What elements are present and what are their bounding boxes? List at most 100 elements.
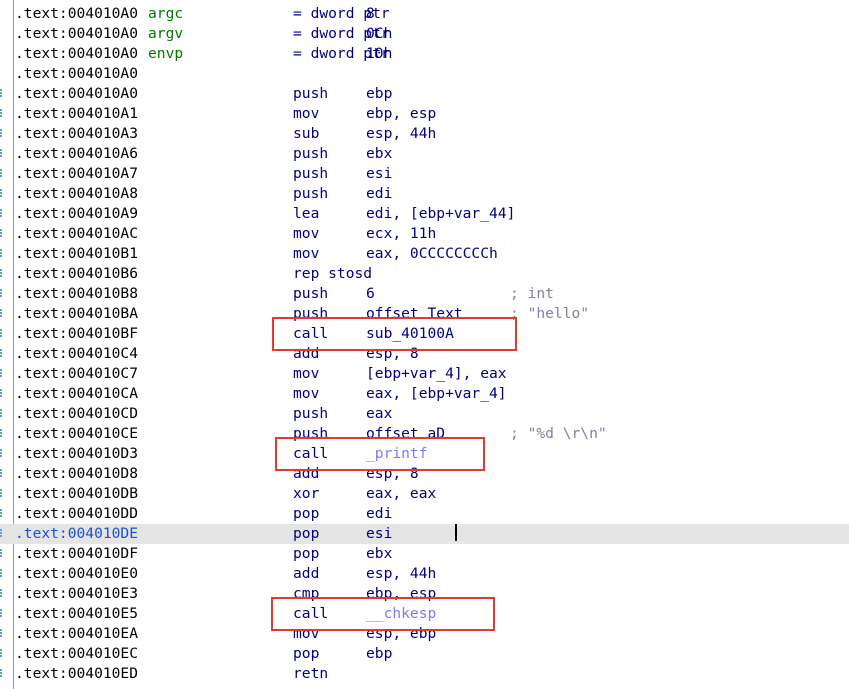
address[interactable]: .text:004010ED (15, 664, 138, 684)
instruction-mnemonic: sub (293, 125, 320, 142)
listing-row[interactable]: .text:004010E0 add esp, 44h (0, 564, 849, 584)
instruction-operands[interactable]: ebx (366, 544, 392, 564)
address[interactable]: .text:004010D3 (15, 444, 138, 464)
instruction-operands[interactable]: 6 (366, 284, 375, 304)
listing-row[interactable]: .text:004010C7 mov [ebp+var_4], eax (0, 364, 849, 384)
listing-row[interactable]: .text:004010B8 push 6 ; int (0, 284, 849, 304)
address[interactable]: .text:004010C4 (15, 344, 138, 364)
address[interactable]: .text:004010E5 (15, 604, 138, 624)
listing-row[interactable]: .text:004010A0 argc = dword ptr 8 (0, 4, 849, 24)
stack-variable-label[interactable]: argv (148, 24, 183, 44)
listing-row[interactable]: .text:004010CD push eax (0, 404, 849, 424)
instruction-operands[interactable]: esp, 44h (366, 124, 436, 144)
address[interactable]: .text:004010DB (15, 484, 138, 504)
listing-row[interactable]: .text:004010DE pop esi (0, 524, 849, 544)
gutter-marker-icon (0, 484, 13, 504)
listing-row[interactable]: .text:004010DD pop edi (0, 504, 849, 524)
listing-row[interactable]: .text:004010ED retn (0, 664, 849, 684)
listing-row[interactable]: .text:004010A8 push edi (0, 184, 849, 204)
address[interactable]: .text:004010BA (15, 304, 138, 324)
gutter-marker-icon (0, 144, 13, 164)
instruction-operands[interactable]: ebp (366, 644, 392, 664)
listing-row[interactable]: .text:004010A7 push esi (0, 164, 849, 184)
address[interactable]: .text:004010BF (15, 324, 138, 344)
instruction-operands[interactable]: esp, 44h (366, 564, 436, 584)
instruction-operands[interactable]: edi (366, 504, 392, 524)
listing-row[interactable]: .text:004010A0 (0, 64, 849, 84)
instruction-operands[interactable]: eax, eax (366, 484, 436, 504)
address[interactable]: .text:004010A6 (15, 144, 138, 164)
instruction-operands[interactable]: 8 (366, 4, 375, 24)
listing-row[interactable]: .text:004010B6 rep stosd (0, 264, 849, 284)
instruction-operands[interactable]: [ebp+var_4], eax (366, 364, 507, 384)
instruction-mnemonic: rep stosd (293, 265, 373, 282)
instruction-operands[interactable]: ecx, 11h (366, 224, 436, 244)
gutter-marker-icon (0, 644, 13, 664)
address[interactable]: .text:004010A0 (15, 4, 138, 24)
listing-row[interactable]: .text:004010DB xor eax, eax (0, 484, 849, 504)
address[interactable]: .text:004010EC (15, 644, 138, 664)
address[interactable]: .text:004010A0 (15, 84, 138, 104)
instruction-operands[interactable]: ebp (366, 84, 392, 104)
instruction-mnemonic: xor (293, 485, 320, 502)
address[interactable]: .text:004010DD (15, 504, 138, 524)
instruction-operands[interactable]: ebx (366, 144, 392, 164)
listing-row[interactable]: .text:004010DF pop ebx (0, 544, 849, 564)
instruction-mnemonic: lea (293, 205, 320, 222)
instruction-operands[interactable]: eax, [ebp+var_4] (366, 384, 507, 404)
address[interactable]: .text:004010DE (15, 524, 138, 544)
address[interactable]: .text:004010CD (15, 404, 138, 424)
gutter-marker-icon (0, 284, 13, 304)
address[interactable]: .text:004010B6 (15, 264, 138, 284)
address[interactable]: .text:004010AC (15, 224, 138, 244)
address[interactable]: .text:004010A9 (15, 204, 138, 224)
stack-variable-label[interactable]: envp (148, 44, 183, 64)
gutter-marker-icon (0, 624, 13, 644)
address[interactable]: .text:004010A0 (15, 64, 138, 84)
address[interactable]: .text:004010C7 (15, 364, 138, 384)
listing-row[interactable]: .text:004010A3 sub esp, 44h (0, 124, 849, 144)
instruction-operands[interactable]: edi, [ebp+var_44] (366, 204, 515, 224)
address[interactable]: .text:004010E0 (15, 564, 138, 584)
address[interactable]: .text:004010A0 (15, 44, 138, 64)
gutter-marker-icon (0, 104, 13, 124)
address[interactable]: .text:004010A3 (15, 124, 138, 144)
instruction-mnemonic: mov (293, 225, 320, 242)
address[interactable]: .text:004010CE (15, 424, 138, 444)
gutter-marker-icon (0, 124, 13, 144)
gutter-marker-icon (0, 564, 13, 584)
address[interactable]: .text:004010A7 (15, 164, 138, 184)
listing-row[interactable]: .text:004010A0 argv = dword ptr 0Ch (0, 24, 849, 44)
instruction-mnemonic: mov (293, 245, 320, 262)
listing-row[interactable]: .text:004010A0 push ebp (0, 84, 849, 104)
address[interactable]: .text:004010A8 (15, 184, 138, 204)
instruction-operands[interactable]: 10h (366, 44, 392, 64)
address[interactable]: .text:004010CA (15, 384, 138, 404)
listing-row[interactable]: .text:004010A1 mov ebp, esp (0, 104, 849, 124)
instruction-operands[interactable]: eax, 0CCCCCCCCh (366, 244, 498, 264)
address[interactable]: .text:004010A0 (15, 24, 138, 44)
stack-variable-label[interactable]: argc (148, 4, 183, 24)
address[interactable]: .text:004010A1 (15, 104, 138, 124)
listing-row[interactable]: .text:004010CA mov eax, [ebp+var_4] (0, 384, 849, 404)
listing-row[interactable]: .text:004010A6 push ebx (0, 144, 849, 164)
listing-row[interactable]: .text:004010A0 envp = dword ptr 10h (0, 44, 849, 64)
instruction-operands[interactable]: eax (366, 404, 392, 424)
address[interactable]: .text:004010DF (15, 544, 138, 564)
address[interactable]: .text:004010D8 (15, 464, 138, 484)
address[interactable]: .text:004010EA (15, 624, 138, 644)
address[interactable]: .text:004010B1 (15, 244, 138, 264)
instruction-operands[interactable]: edi (366, 184, 392, 204)
address[interactable]: .text:004010B8 (15, 284, 138, 304)
listing-row[interactable]: .text:004010AC mov ecx, 11h (0, 224, 849, 244)
instruction-operands[interactable]: esi (366, 524, 392, 544)
gutter-marker-icon (0, 604, 13, 624)
address[interactable]: .text:004010E3 (15, 584, 138, 604)
listing-row[interactable]: .text:004010B1 mov eax, 0CCCCCCCCh (0, 244, 849, 264)
listing-row[interactable]: .text:004010EC pop ebp (0, 644, 849, 664)
instruction-operands[interactable]: ebp, esp (366, 104, 436, 124)
instruction-operands[interactable]: esi (366, 164, 392, 184)
instruction-operands[interactable]: 0Ch (366, 24, 392, 44)
listing-row[interactable]: .text:004010A9 lea edi, [ebp+var_44] (0, 204, 849, 224)
highlight-box (275, 437, 485, 471)
